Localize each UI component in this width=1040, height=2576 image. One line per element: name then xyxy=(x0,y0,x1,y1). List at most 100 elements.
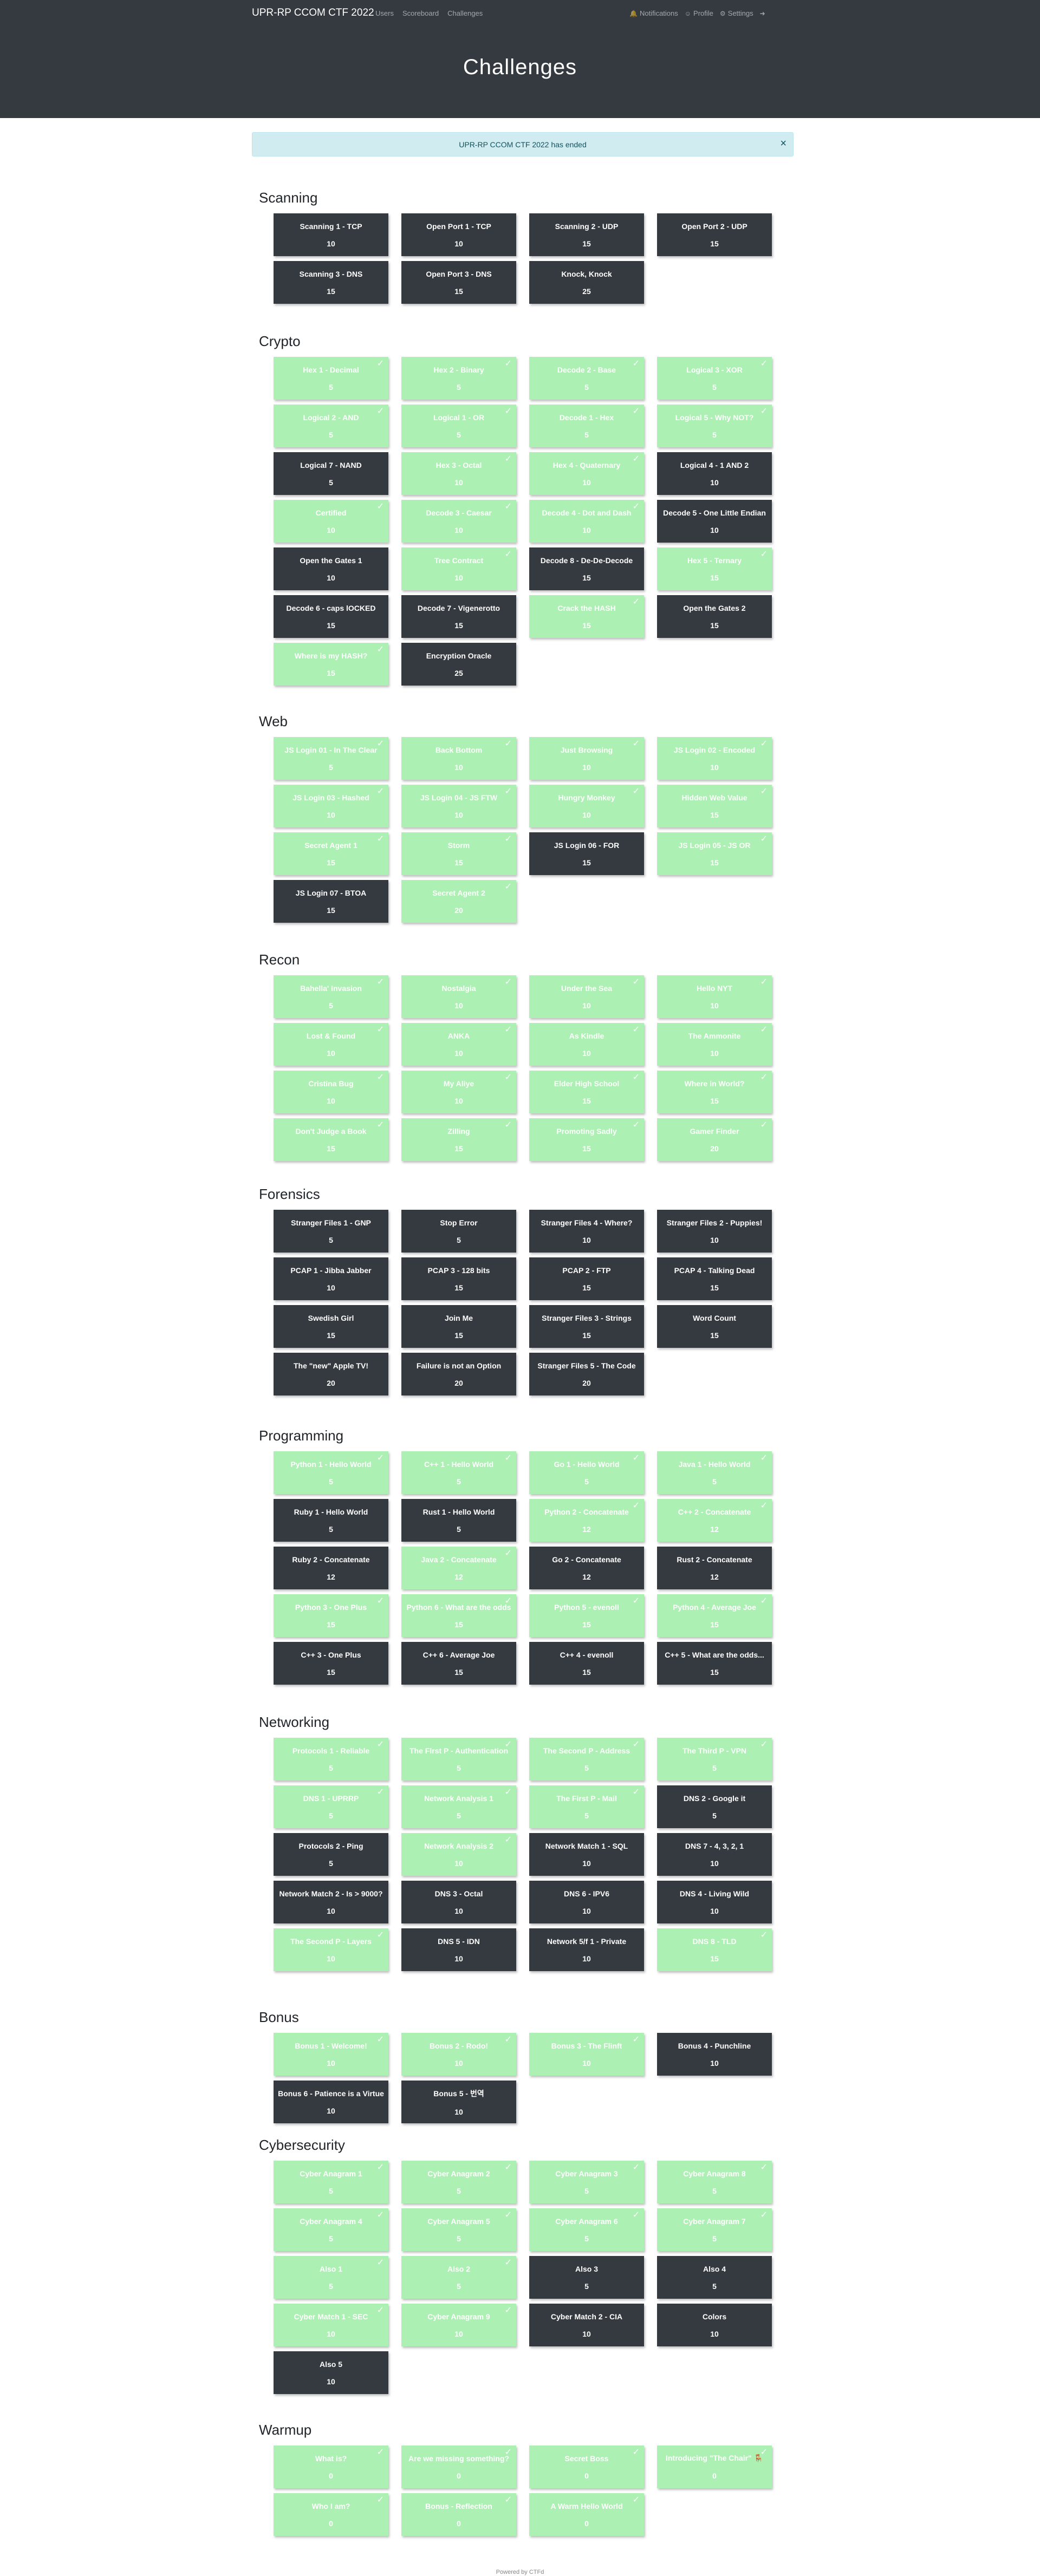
challenge-button[interactable]: C++ 5 - What are the odds... 15 xyxy=(657,1642,772,1685)
challenge-button[interactable]: Cyber Anagram 1 5 ✓ xyxy=(274,2161,388,2203)
challenge-button[interactable]: DNS 6 - IPV6 10 xyxy=(529,1881,644,1923)
challenge-button[interactable]: JS Login 06 - FOR 15 xyxy=(529,832,644,875)
challenge-button[interactable]: The Second P - Layers 10 ✓ xyxy=(274,1928,388,1971)
challenge-button[interactable]: Python 2 - Concatenate 12 ✓ xyxy=(529,1499,644,1542)
challenge-button[interactable]: Network Match 1 - SQL 10 xyxy=(529,1833,644,1876)
challenge-button[interactable]: Open Port 3 - DNS 15 xyxy=(401,261,516,304)
challenge-button[interactable]: The Third P - VPN 5 ✓ xyxy=(657,1738,772,1781)
challenge-button[interactable]: Scanning 2 - UDP 15 xyxy=(529,213,644,256)
challenge-button[interactable]: Also 5 10 xyxy=(274,2351,388,2394)
challenge-button[interactable]: Bonus 1 - Welcome! 10 ✓ xyxy=(274,2033,388,2076)
challenge-button[interactable]: PCAP 4 - Talking Dead 15 xyxy=(657,1257,772,1300)
challenge-button[interactable]: Promoting Sadly 15 ✓ xyxy=(529,1118,644,1161)
challenge-button[interactable]: Protocols 2 - Ping 5 xyxy=(274,1833,388,1876)
challenge-button[interactable]: Scanning 1 - TCP 10 xyxy=(274,213,388,256)
challenge-button[interactable]: C++ 2 - Concatenate 12 ✓ xyxy=(657,1499,772,1542)
challenge-button[interactable]: C++ 6 - Average Joe 15 xyxy=(401,1642,516,1685)
challenge-button[interactable]: Hex 4 - Quaternary 10 ✓ xyxy=(529,452,644,495)
challenge-button[interactable]: Python 3 - One Plus 15 ✓ xyxy=(274,1594,388,1637)
challenge-button[interactable]: Stranger Files 5 - The Code 20 xyxy=(529,1353,644,1395)
challenge-button[interactable]: Rust 2 - Concatenate 12 xyxy=(657,1547,772,1589)
challenge-button[interactable]: Stranger Files 2 - Puppies! 10 xyxy=(657,1210,772,1253)
challenge-button[interactable]: Elder High School 15 ✓ xyxy=(529,1071,644,1113)
challenge-button[interactable]: Stranger Files 1 - GNP 5 xyxy=(274,1210,388,1253)
challenge-button[interactable]: Crack the HASH 15 ✓ xyxy=(529,595,644,638)
challenge-button[interactable]: As Kindle 10 ✓ xyxy=(529,1023,644,1066)
challenge-button[interactable]: Ruby 2 - Concatenate 12 xyxy=(274,1547,388,1589)
challenge-button[interactable]: Stranger Files 4 - Where? 10 xyxy=(529,1210,644,1253)
challenge-button[interactable]: PCAP 2 - FTP 15 xyxy=(529,1257,644,1300)
challenge-button[interactable]: Rust 1 - Hello World 5 xyxy=(401,1499,516,1542)
challenge-button[interactable]: Open the Gates 1 10 xyxy=(274,547,388,590)
challenge-button[interactable]: PCAP 3 - 128 bits 15 xyxy=(401,1257,516,1300)
challenge-button[interactable]: The "new" Apple TV! 20 xyxy=(274,1353,388,1395)
challenge-button[interactable]: A Warm Hello World 0 ✓ xyxy=(529,2493,644,2536)
nav-challenges[interactable]: Challenges xyxy=(447,9,483,17)
challenge-button[interactable]: DNS 5 - IDN 10 xyxy=(401,1928,516,1971)
challenge-button[interactable]: Python 1 - Hello World 5 ✓ xyxy=(274,1451,388,1494)
challenge-button[interactable]: Stop Error 5 xyxy=(401,1210,516,1253)
challenge-button[interactable]: Logical 2 - AND 5 ✓ xyxy=(274,405,388,447)
challenge-button[interactable]: Where is my HASH? 15 ✓ xyxy=(274,643,388,686)
challenge-button[interactable]: Just Browsing 10 ✓ xyxy=(529,737,644,780)
challenge-button[interactable]: Decode 8 - De-De-Decode 15 xyxy=(529,547,644,590)
challenge-button[interactable]: DNS 8 - TLD 15 ✓ xyxy=(657,1928,772,1971)
challenge-button[interactable]: C++ 3 - One Plus 15 xyxy=(274,1642,388,1685)
challenge-button[interactable]: Join Me 15 xyxy=(401,1305,516,1348)
brand-link[interactable]: UPR-RP CCOM CTF 2022 xyxy=(252,7,374,19)
challenge-button[interactable]: Python 4 - Average Joe 15 ✓ xyxy=(657,1594,772,1637)
challenge-button[interactable]: PCAP 1 - Jibba Jabber 10 xyxy=(274,1257,388,1300)
challenge-button[interactable]: Cristina Bug 10 ✓ xyxy=(274,1071,388,1113)
challenge-button[interactable]: Failure is not an Option 20 xyxy=(401,1353,516,1395)
nav-notifications[interactable]: 🔔 Notifications xyxy=(629,9,678,17)
challenge-button[interactable]: Bahella' Invasion 5 ✓ xyxy=(274,975,388,1018)
challenge-button[interactable]: Secret Agent 1 15 ✓ xyxy=(274,832,388,875)
challenge-button[interactable]: Decode 4 - Dot and Dash 10 ✓ xyxy=(529,500,644,543)
challenge-button[interactable]: Hidden Web Value 15 ✓ xyxy=(657,785,772,827)
challenge-button[interactable]: Java 1 - Hello World 5 ✓ xyxy=(657,1451,772,1494)
challenge-button[interactable]: Scanning 3 - DNS 15 xyxy=(274,261,388,304)
challenge-button[interactable]: Decode 2 - Base 5 ✓ xyxy=(529,357,644,400)
challenge-button[interactable]: Bonus - Reflection 0 ✓ xyxy=(401,2493,516,2536)
challenge-button[interactable]: Don't Judge a Book 15 ✓ xyxy=(274,1118,388,1161)
challenge-button[interactable]: Certified 10 ✓ xyxy=(274,500,388,543)
nav-profile[interactable]: ☺ Profile xyxy=(685,9,713,17)
challenge-button[interactable]: The Ammonite 10 ✓ xyxy=(657,1023,772,1066)
challenge-button[interactable]: Cyber Match 2 - CIA 10 xyxy=(529,2304,644,2346)
challenge-button[interactable]: My Aliye 10 ✓ xyxy=(401,1071,516,1113)
challenge-button[interactable]: Lost & Found 10 ✓ xyxy=(274,1023,388,1066)
challenge-button[interactable]: Decode 5 - One Little Endian 10 xyxy=(657,500,772,543)
nav-logout[interactable]: ➜ xyxy=(760,10,768,17)
challenge-button[interactable]: JS Login 01 - In The Clear 5 ✓ xyxy=(274,737,388,780)
challenge-button[interactable]: DNS 2 - Google it 5 xyxy=(657,1785,772,1828)
challenge-button[interactable]: Network 5/f 1 - Private 10 xyxy=(529,1928,644,1971)
challenge-button[interactable]: Logical 5 - Why NOT? 5 ✓ xyxy=(657,405,772,447)
challenge-button[interactable]: Cyber Anagram 4 5 ✓ xyxy=(274,2208,388,2251)
challenge-button[interactable]: Hex 5 - Ternary 15 ✓ xyxy=(657,547,772,590)
challenge-button[interactable]: Under the Sea 10 ✓ xyxy=(529,975,644,1018)
challenge-button[interactable]: C++ 1 - Hello World 5 ✓ xyxy=(401,1451,516,1494)
challenge-button[interactable]: Go 2 - Concatenate 12 xyxy=(529,1547,644,1589)
challenge-button[interactable]: JS Login 04 - JS FTW 10 ✓ xyxy=(401,785,516,827)
nav-users[interactable]: Users xyxy=(375,9,394,17)
challenge-button[interactable]: Who I am? 0 ✓ xyxy=(274,2493,388,2536)
nav-settings[interactable]: ⚙ Settings xyxy=(720,9,753,17)
close-icon[interactable]: × xyxy=(780,138,786,150)
challenge-button[interactable]: DNS 4 - Living Wild 10 xyxy=(657,1881,772,1923)
challenge-button[interactable]: Zilling 15 ✓ xyxy=(401,1118,516,1161)
challenge-button[interactable]: Also 1 5 ✓ xyxy=(274,2256,388,2299)
challenge-button[interactable]: Decode 3 - Caesar 10 ✓ xyxy=(401,500,516,543)
challenge-button[interactable]: Logical 4 - 1 AND 2 10 xyxy=(657,452,772,495)
challenge-button[interactable]: Bonus 5 - 번역 10 xyxy=(401,2081,516,2123)
challenge-button[interactable]: Secret Agent 2 20 ✓ xyxy=(401,880,516,923)
challenge-button[interactable]: Hex 2 - Binary 5 ✓ xyxy=(401,357,516,400)
challenge-button[interactable]: Cyber Anagram 8 5 ✓ xyxy=(657,2161,772,2203)
challenge-button[interactable]: Cyber Anagram 7 5 ✓ xyxy=(657,2208,772,2251)
challenge-button[interactable]: Bonus 4 - Punchline 10 xyxy=(657,2033,772,2076)
challenge-button[interactable]: Go 1 - Hello World 5 ✓ xyxy=(529,1451,644,1494)
challenge-button[interactable]: Logical 7 - NAND 5 xyxy=(274,452,388,495)
challenge-button[interactable]: Swedish Girl 15 xyxy=(274,1305,388,1348)
challenge-button[interactable]: ANKA 10 ✓ xyxy=(401,1023,516,1066)
challenge-button[interactable]: Also 4 5 xyxy=(657,2256,772,2299)
challenge-button[interactable]: Open Port 1 - TCP 10 xyxy=(401,213,516,256)
